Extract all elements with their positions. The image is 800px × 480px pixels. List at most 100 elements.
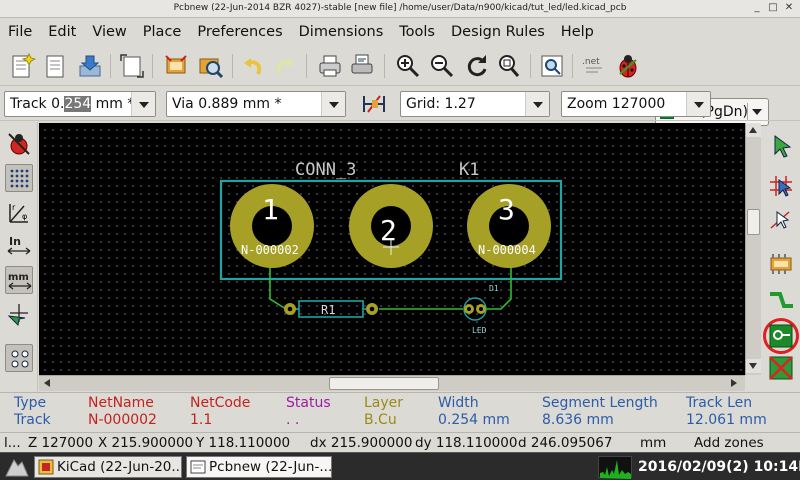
- zoom-in-button[interactable]: [394, 52, 422, 80]
- menu-view[interactable]: View: [88, 24, 130, 40]
- start-menu-button[interactable]: [4, 456, 30, 478]
- keepout-zone-icon: [769, 356, 793, 380]
- pad-1-net: N-000002: [241, 243, 299, 257]
- save-board-icon: [79, 55, 101, 77]
- zoom-fit-icon: [499, 55, 520, 77]
- auto-track-width-icon: [363, 95, 385, 113]
- pcb-canvas[interactable]: CONN_3 K1 1 2 3 N-000002 N-000004 R1 D1 …: [39, 123, 745, 375]
- menu-preferences[interactable]: Preferences: [193, 24, 286, 40]
- find-button[interactable]: [538, 52, 566, 80]
- add-zone-button[interactable]: [763, 318, 799, 354]
- add-module-icon: [770, 254, 792, 274]
- add-module-button[interactable]: [767, 250, 795, 278]
- grid-select[interactable]: Grid: 1.27: [400, 91, 550, 117]
- polar-coords-icon: rφ: [9, 203, 28, 223]
- zoom-value: Zoom 127000: [567, 96, 666, 112]
- save-board-button[interactable]: [76, 52, 104, 80]
- vertical-scrollbar[interactable]: [745, 123, 761, 375]
- chevron-down-icon[interactable]: [525, 92, 549, 116]
- undo-icon: [244, 58, 262, 75]
- cursor-shape-button[interactable]: [5, 300, 33, 328]
- add-track-button[interactable]: [767, 286, 795, 314]
- keepout-zone-button[interactable]: [767, 354, 795, 382]
- find-icon: [541, 55, 563, 77]
- drc-button[interactable]: [614, 52, 642, 80]
- new-board-icon: [12, 52, 37, 78]
- add-track-icon: [770, 292, 793, 308]
- via-size-value: Via 0.889 mm *: [172, 96, 282, 112]
- zoom-out-button[interactable]: [428, 52, 456, 80]
- zoom-select[interactable]: Zoom 127000: [561, 91, 711, 117]
- pad-2-number: 2: [380, 214, 397, 247]
- menu-place[interactable]: Place: [139, 24, 186, 40]
- arrow-cursor-icon: [774, 135, 792, 158]
- show-grid-button[interactable]: [5, 164, 33, 192]
- taskbar: KiCad (22-Jun-20... Pcbnew (22-Jun-... 2…: [0, 452, 800, 480]
- polar-coords-button[interactable]: rφ: [5, 198, 33, 226]
- mm-units-icon: mm: [8, 272, 32, 290]
- pcbnew-icon: [190, 460, 206, 474]
- zoom-fit-button[interactable]: [494, 52, 522, 80]
- close-button[interactable]: ✕: [782, 1, 796, 15]
- menu-design-rules[interactable]: Design Rules: [447, 24, 549, 40]
- horizontal-scroll-thumb[interactable]: [329, 377, 439, 390]
- resistor-r1[interactable]: R1: [284, 300, 378, 318]
- task-pcbnew[interactable]: Pcbnew (22-Jun-...: [186, 456, 332, 478]
- select-tool-button[interactable]: [767, 132, 795, 160]
- msg-col-width: Width 0.254 mm: [438, 395, 510, 428]
- chevron-down-icon[interactable]: [321, 92, 345, 116]
- horizontal-scrollbar[interactable]: [39, 375, 745, 391]
- menu-help[interactable]: Help: [557, 24, 598, 40]
- via-size-select[interactable]: Via 0.889 mm *: [166, 91, 346, 117]
- status-info: l...: [4, 435, 21, 451]
- track-width-select[interactable]: Track 0.254 mm *: [4, 91, 156, 117]
- menu-file[interactable]: File: [4, 24, 36, 40]
- new-board-button[interactable]: [8, 52, 37, 80]
- scroll-left-arrow[interactable]: [44, 379, 50, 387]
- add-zone-icon: [769, 324, 793, 348]
- auto-track-width-button[interactable]: [360, 90, 388, 118]
- status-zoom: Z 127000: [28, 435, 94, 451]
- page-settings-button[interactable]: [118, 52, 146, 80]
- print-button[interactable]: [316, 52, 344, 80]
- msg-col-segment-length: Segment Length 8.636 mm: [542, 395, 658, 428]
- minimize-button[interactable]: _: [750, 1, 764, 15]
- tools-toolbar: [762, 122, 800, 392]
- resistor-label: R1: [321, 303, 335, 317]
- ladybug-icon: [619, 55, 637, 78]
- menu-edit[interactable]: Edit: [44, 24, 80, 40]
- maximize-button[interactable]: □: [766, 1, 780, 15]
- scroll-right-arrow[interactable]: [731, 379, 737, 387]
- units-inch-button[interactable]: In: [5, 232, 33, 260]
- vertical-scroll-thumb[interactable]: [747, 209, 760, 235]
- module-editor-button[interactable]: [162, 52, 190, 80]
- pad-sketch-button[interactable]: [5, 344, 33, 372]
- undo-button[interactable]: [238, 52, 266, 80]
- scroll-down-arrow[interactable]: [746, 359, 761, 373]
- menu-dimensions[interactable]: Dimensions: [295, 24, 388, 40]
- redraw-button[interactable]: [462, 52, 490, 80]
- inch-units-icon: In: [7, 235, 31, 255]
- task-kicad[interactable]: KiCad (22-Jun-20...: [34, 456, 182, 478]
- menu-tools[interactable]: Tools: [395, 24, 439, 40]
- track-segment: [269, 263, 299, 310]
- redo-button[interactable]: [272, 52, 300, 80]
- cpu-monitor: [598, 456, 632, 479]
- status-d: d 246.095067: [518, 435, 613, 451]
- local-ratsnest-button[interactable]: [767, 206, 795, 234]
- plot-button[interactable]: [348, 52, 376, 80]
- chevron-down-icon[interactable]: [686, 92, 710, 116]
- chevron-down-icon[interactable]: [131, 92, 155, 116]
- units-mm-button[interactable]: mm: [5, 266, 33, 294]
- scroll-up-arrow[interactable]: [746, 123, 761, 137]
- module-viewer-button[interactable]: [196, 52, 224, 80]
- kicad-icon: [38, 459, 54, 475]
- open-board-button[interactable]: [42, 52, 70, 80]
- local-ratsnest-icon: [770, 211, 790, 229]
- pad-3-number: 3: [498, 193, 515, 226]
- drc-off-button[interactable]: [5, 130, 33, 158]
- start-menu-icon: [5, 459, 29, 477]
- netlist-button[interactable]: .net: [580, 52, 608, 80]
- zoom-out-icon: [431, 55, 454, 78]
- highlight-net-button[interactable]: [767, 172, 795, 200]
